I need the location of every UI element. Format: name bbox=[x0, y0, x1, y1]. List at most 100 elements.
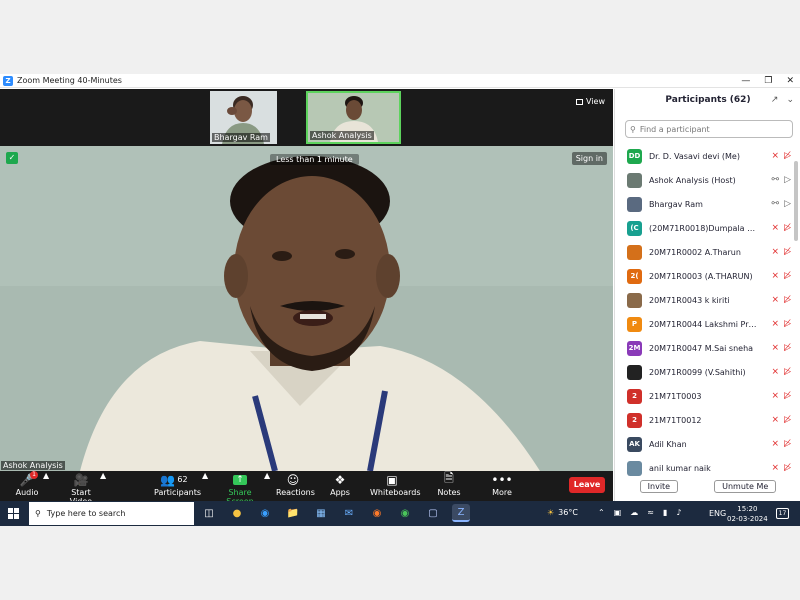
video-off-icon: ▷̸ bbox=[784, 271, 791, 281]
chevron-down-icon[interactable]: ⌄ bbox=[786, 95, 794, 105]
participant-avatar bbox=[627, 460, 642, 476]
unmute-me-button[interactable]: Unmute Me bbox=[714, 480, 777, 493]
participant-name: 21M71T0003 bbox=[649, 391, 702, 401]
participant-row[interactable]: 2M 20M71R0047 M.Sai sneha ⨯ ▷̸ bbox=[615, 336, 793, 360]
video-off-icon: ▷̸ bbox=[784, 367, 791, 377]
medal-app-icon[interactable]: ● bbox=[228, 504, 246, 522]
share-options-caret-icon[interactable]: ▲ bbox=[264, 471, 270, 501]
participant-name: 20M71R0002 A.Tharun bbox=[649, 247, 741, 257]
search-icon: ⚲ bbox=[630, 124, 636, 134]
video-off-icon: ▷̸ bbox=[784, 247, 791, 257]
weather-widget[interactable]: ☀ 36°C bbox=[547, 508, 578, 517]
participant-status-icons: ⨯ ▷̸ bbox=[772, 151, 791, 161]
clock-time: 15:20 bbox=[737, 505, 758, 513]
participant-name: 20M71R0047 M.Sai sneha bbox=[649, 343, 754, 353]
meeting-timer: Less than 1 minute bbox=[270, 154, 359, 165]
thumbnail-ashok-analysis[interactable]: Ashok Analysis bbox=[306, 91, 401, 144]
start-video-button[interactable]: 🎥 Start Video bbox=[60, 471, 102, 507]
volume-icon[interactable]: ♪ bbox=[676, 508, 681, 517]
mic-muted-icon: ⨯ bbox=[771, 223, 780, 233]
chevron-up-icon[interactable]: ⌃ bbox=[598, 508, 605, 517]
windows-start-icon[interactable] bbox=[8, 508, 19, 519]
share-screen-icon: ↑ bbox=[218, 471, 262, 488]
participant-row[interactable]: AK Adil Khan ⨯ ▷̸ bbox=[615, 432, 793, 456]
video-off-icon: ▷̸ bbox=[784, 295, 791, 305]
participant-name: 20M71R0043 k kiriti bbox=[649, 295, 730, 305]
restore-icon[interactable]: ❐ bbox=[764, 74, 772, 88]
participant-status-icons: ⨯ ▷̸ bbox=[772, 415, 791, 425]
participant-row[interactable]: anil kumar naik ⨯ ▷̸ bbox=[615, 456, 793, 480]
panel-footer: Invite Unmute Me bbox=[615, 480, 800, 493]
mic-muted-icon: ⨯ bbox=[771, 151, 780, 161]
participant-row[interactable]: DD Dr. D. Vasavi devi (Me) ⨯ ▷̸ bbox=[615, 144, 793, 168]
speaker-video-icon bbox=[0, 146, 613, 471]
minimize-icon[interactable]: — bbox=[741, 74, 750, 88]
language-indicator[interactable]: ENG bbox=[709, 509, 726, 518]
zoom-app-icon[interactable]: Z bbox=[452, 504, 470, 522]
more-icon: ••• bbox=[491, 472, 513, 487]
participant-row[interactable]: Ashok Analysis (Host) ⚯ ▷ bbox=[615, 168, 793, 192]
taskbar-search-placeholder: Type here to search bbox=[46, 509, 126, 518]
microphone-icon: ⚯ bbox=[771, 199, 780, 209]
participant-name: 21M71T0012 bbox=[649, 415, 702, 425]
taskbar-search-input[interactable]: ⚲ Type here to search bbox=[29, 502, 194, 525]
participant-status-icons: ⨯ ▷̸ bbox=[772, 391, 791, 401]
sign-in-button[interactable]: Sign in bbox=[571, 152, 607, 165]
notifications-icon[interactable]: 17 bbox=[776, 508, 789, 519]
mail-app-icon[interactable]: ✉ bbox=[340, 504, 358, 522]
chrome-icon[interactable]: ◉ bbox=[396, 504, 414, 522]
apps-button[interactable]: ❖ Apps bbox=[328, 471, 352, 501]
participants-options-caret-icon[interactable]: ▲ bbox=[202, 471, 208, 501]
tray-app-icon[interactable]: ▣ bbox=[614, 508, 622, 517]
snipping-tool-icon[interactable]: ▢ bbox=[424, 504, 442, 522]
participant-row[interactable]: 2 21M71T0012 ⨯ ▷̸ bbox=[615, 408, 793, 432]
participant-row[interactable]: P 20M71R0044 Lakshmi Prasanna ⨯ ▷̸ bbox=[615, 312, 793, 336]
participant-search-input[interactable]: ⚲ Find a participant bbox=[625, 120, 793, 138]
participant-status-icons: ⨯ ▷̸ bbox=[772, 295, 791, 305]
view-button[interactable]: View bbox=[576, 97, 605, 106]
whiteboards-button[interactable]: ▣ Whiteboards bbox=[370, 471, 421, 501]
edge-browser-icon[interactable]: ◉ bbox=[256, 504, 274, 522]
participant-row[interactable]: 20M71R0043 k kiriti ⨯ ▷̸ bbox=[615, 288, 793, 312]
video-off-icon: ▷̸ bbox=[784, 439, 791, 449]
clock-date: 02-03-2024 bbox=[727, 515, 768, 523]
video-options-caret-icon[interactable]: ▲ bbox=[100, 471, 106, 501]
shield-icon[interactable]: ✓ bbox=[6, 152, 18, 164]
participants-button[interactable]: 👥 62 Participants bbox=[154, 471, 201, 501]
task-view-icon[interactable]: ◫ bbox=[200, 504, 218, 522]
audio-button[interactable]: 🎤 Audio 1 bbox=[12, 471, 42, 501]
participant-list-scrollbar[interactable] bbox=[794, 161, 798, 241]
audio-options-caret-icon[interactable]: ▲ bbox=[43, 471, 49, 501]
pop-out-icon[interactable]: ↗ bbox=[771, 95, 779, 105]
cloud-icon[interactable]: ☁ bbox=[630, 508, 638, 517]
participant-row[interactable]: Bhargav Ram ⚯ ▷ bbox=[615, 192, 793, 216]
file-explorer-icon[interactable]: 📁 bbox=[284, 504, 302, 522]
participant-row[interactable]: 20M71R0099 (V.Sahithi) ⨯ ▷̸ bbox=[615, 360, 793, 384]
video-off-icon: 🎥 bbox=[73, 472, 89, 487]
wifi-icon[interactable]: ≈ bbox=[647, 508, 654, 517]
reactions-button[interactable]: ☺ Reactions bbox=[276, 471, 315, 501]
more-button[interactable]: ••• More bbox=[490, 471, 514, 501]
thumbnail-bhargav-ram[interactable]: Bhargav Ram bbox=[210, 91, 277, 144]
firefox-icon[interactable]: ◉ bbox=[368, 504, 386, 522]
close-icon[interactable]: ✕ bbox=[786, 74, 794, 88]
participant-avatar bbox=[627, 196, 642, 212]
notes-button[interactable]: 🗎 Notes bbox=[436, 471, 462, 501]
participant-row[interactable]: (C (20M71R0018)Dumpala Chinna... ⨯ ▷̸ bbox=[615, 216, 793, 240]
leave-button[interactable]: Leave bbox=[569, 477, 605, 493]
share-screen-button[interactable]: ↑ Share Screen bbox=[218, 471, 262, 506]
participant-row[interactable]: 2 21M71T0003 ⨯ ▷̸ bbox=[615, 384, 793, 408]
invite-button[interactable]: Invite bbox=[639, 480, 679, 493]
taskbar-clock[interactable]: 15:20 02-03-2024 bbox=[727, 504, 768, 524]
mic-muted-icon: ⨯ bbox=[771, 319, 780, 329]
participant-avatar: DD bbox=[627, 148, 642, 164]
store-app-icon[interactable]: ▦ bbox=[312, 504, 330, 522]
participants-icon: 👥 62 bbox=[160, 472, 188, 487]
participant-status-icons: ⨯ ▷̸ bbox=[772, 367, 791, 377]
battery-icon[interactable]: ▮ bbox=[663, 508, 667, 517]
participant-avatar: 2M bbox=[627, 340, 642, 356]
participant-row[interactable]: 20M71R0002 A.Tharun ⨯ ▷̸ bbox=[615, 240, 793, 264]
microphone-icon: ⚯ bbox=[771, 175, 780, 185]
mic-muted-icon: ⨯ bbox=[771, 391, 780, 401]
participant-row[interactable]: 2(20M71R0003 (A.THARUN) ⨯ ▷̸ bbox=[615, 264, 793, 288]
